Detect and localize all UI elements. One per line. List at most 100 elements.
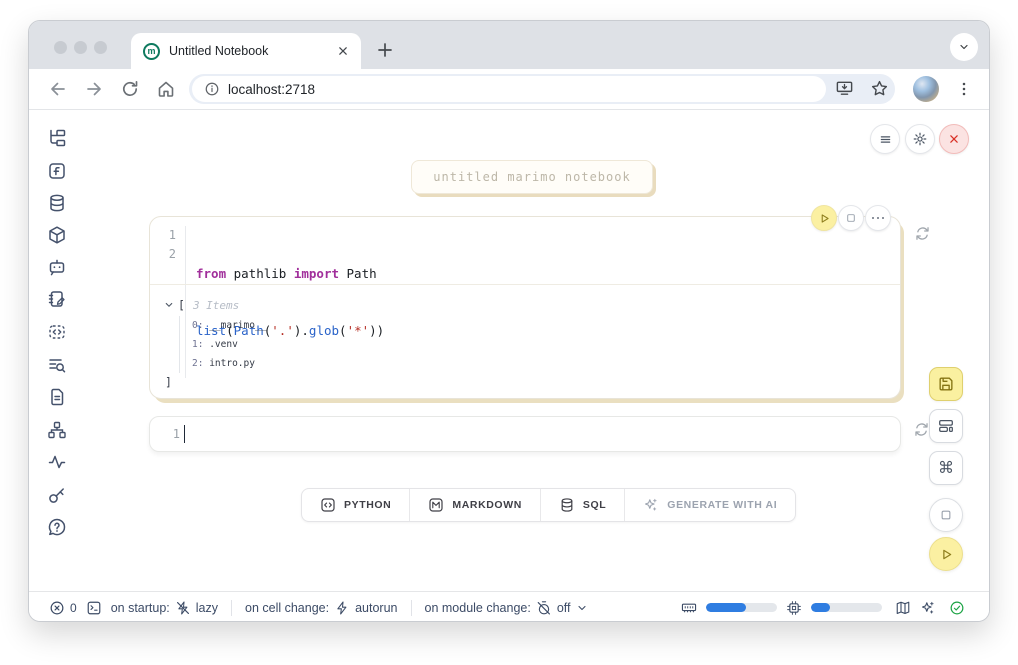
packages-icon[interactable] bbox=[47, 225, 67, 245]
cell-2-line-number: 1 bbox=[150, 427, 180, 441]
error-count: 0 bbox=[70, 601, 77, 615]
minimap-icon[interactable] bbox=[895, 600, 911, 616]
code-cell-1[interactable]: 1 2 from pathlib import Path list(Path('… bbox=[149, 216, 901, 399]
dependencies-icon[interactable] bbox=[47, 420, 67, 440]
notebook-menu-button[interactable] bbox=[870, 124, 900, 154]
logs-icon[interactable] bbox=[47, 355, 67, 375]
add-python-cell-button[interactable]: PYTHON bbox=[302, 489, 410, 521]
collapse-chevron-icon[interactable] bbox=[164, 300, 174, 310]
play-icon bbox=[818, 212, 831, 225]
stop-icon bbox=[845, 212, 857, 224]
save-button[interactable] bbox=[929, 367, 963, 401]
install-app-icon[interactable] bbox=[835, 79, 854, 98]
notebook-title-field[interactable]: untitled marimo notebook bbox=[411, 160, 653, 194]
zap-icon bbox=[334, 600, 350, 616]
ai-chat-icon[interactable] bbox=[47, 257, 67, 277]
settings-button[interactable] bbox=[905, 124, 935, 154]
output-close-bracket: ] bbox=[165, 375, 886, 389]
panel-layout-icon bbox=[937, 417, 955, 435]
shutdown-button[interactable] bbox=[939, 124, 969, 154]
on-startup-setting[interactable]: on startup: lazy bbox=[111, 600, 218, 616]
zap-off-icon bbox=[175, 600, 191, 616]
close-icon bbox=[947, 132, 961, 146]
cpu-icon bbox=[786, 600, 802, 616]
output-items-summary: 3 Items bbox=[193, 299, 239, 312]
home-icon[interactable] bbox=[156, 79, 176, 99]
cell-more-button[interactable] bbox=[865, 205, 891, 231]
browser-tab[interactable]: m Untitled Notebook bbox=[131, 33, 361, 69]
on-module-change-setting[interactable]: on module change: off bbox=[425, 600, 588, 616]
terminal-panel-icon[interactable] bbox=[86, 600, 102, 616]
sync-icon[interactable] bbox=[914, 225, 931, 242]
help-icon[interactable] bbox=[47, 517, 67, 537]
memory-icon bbox=[681, 600, 697, 616]
markdown-icon bbox=[428, 497, 444, 513]
panel-layout-button[interactable] bbox=[929, 409, 963, 443]
stop-cell-button[interactable] bbox=[838, 205, 864, 231]
timer-off-icon bbox=[536, 600, 552, 616]
secrets-icon[interactable] bbox=[47, 485, 67, 505]
variables-icon[interactable] bbox=[47, 161, 67, 181]
play-icon bbox=[939, 547, 954, 562]
circle-x-icon bbox=[49, 600, 65, 616]
on-cell-change-setting[interactable]: on cell change: autorun bbox=[245, 600, 398, 616]
python-code-icon bbox=[320, 497, 336, 513]
run-cell-button[interactable] bbox=[811, 205, 837, 231]
connection-check-icon[interactable] bbox=[949, 600, 965, 616]
cell-1-output: [ 3 Items 0: __marimo__ 1: .venv 2: intr… bbox=[150, 285, 900, 399]
datasources-icon[interactable] bbox=[47, 193, 67, 213]
info-icon[interactable] bbox=[204, 81, 220, 97]
profile-avatar[interactable] bbox=[913, 76, 939, 102]
stop-all-button[interactable] bbox=[929, 498, 963, 532]
status-bar: 0 on startup: lazy on cell change: autor… bbox=[29, 591, 989, 622]
output-open-bracket: [ bbox=[178, 298, 185, 312]
new-tab-button[interactable] bbox=[375, 40, 395, 60]
tracing-icon[interactable] bbox=[47, 452, 67, 472]
back-icon[interactable] bbox=[48, 79, 68, 99]
bookmark-star-icon[interactable] bbox=[870, 79, 889, 98]
database-icon bbox=[559, 497, 575, 513]
run-all-button[interactable] bbox=[929, 537, 963, 571]
address-bar[interactable]: localhost:2718 bbox=[189, 74, 895, 104]
scratchpad-icon[interactable] bbox=[47, 289, 67, 309]
errors-indicator[interactable]: 0 bbox=[49, 600, 77, 616]
add-sql-cell-button[interactable]: SQL bbox=[541, 489, 625, 521]
kebab-menu-icon[interactable] bbox=[955, 80, 973, 98]
snippets-icon[interactable] bbox=[47, 322, 67, 342]
sync-icon[interactable] bbox=[913, 421, 930, 438]
window-close-light[interactable] bbox=[54, 41, 67, 54]
list-item: 2: intro.py bbox=[192, 354, 886, 373]
divider bbox=[231, 600, 232, 616]
file-tree-icon[interactable] bbox=[47, 128, 67, 148]
forward-icon[interactable] bbox=[84, 79, 104, 99]
sparkles-icon bbox=[643, 497, 659, 513]
marimo-favicon-icon: m bbox=[143, 43, 160, 60]
url-field[interactable]: localhost:2718 bbox=[192, 76, 826, 102]
tab-title: Untitled Notebook bbox=[169, 44, 335, 58]
window-minimize-light[interactable] bbox=[74, 41, 87, 54]
code-line: from pathlib import Path bbox=[196, 264, 384, 283]
output-list: 0: __marimo__ 1: .venv 2: intro.py bbox=[179, 316, 886, 373]
gear-icon bbox=[912, 131, 928, 147]
documentation-icon[interactable] bbox=[47, 387, 67, 407]
tab-close-icon[interactable] bbox=[335, 43, 351, 59]
chevron-down-icon bbox=[576, 602, 588, 614]
text-cursor bbox=[184, 425, 185, 443]
save-icon bbox=[937, 375, 955, 393]
browser-titlebar: m Untitled Notebook bbox=[29, 21, 989, 69]
add-markdown-cell-button[interactable]: MARKDOWN bbox=[410, 489, 541, 521]
hamburger-icon bbox=[878, 132, 893, 147]
chevron-down-icon bbox=[958, 41, 970, 53]
sparkles-icon[interactable] bbox=[920, 600, 936, 616]
divider bbox=[411, 600, 412, 616]
url-text: localhost:2718 bbox=[228, 82, 315, 97]
reload-icon[interactable] bbox=[120, 79, 140, 99]
list-item: 1: .venv bbox=[192, 335, 886, 354]
tab-search-button[interactable] bbox=[950, 33, 978, 61]
code-cell-2[interactable]: 1 bbox=[149, 416, 901, 452]
command-palette-button[interactable]: ⌘ bbox=[929, 451, 963, 485]
browser-window: m Untitled Notebook localhost:2718 bbox=[28, 20, 990, 622]
window-zoom-light[interactable] bbox=[94, 41, 107, 54]
stop-icon bbox=[939, 508, 953, 522]
generate-with-ai-button[interactable]: GENERATE WITH AI bbox=[625, 489, 795, 521]
